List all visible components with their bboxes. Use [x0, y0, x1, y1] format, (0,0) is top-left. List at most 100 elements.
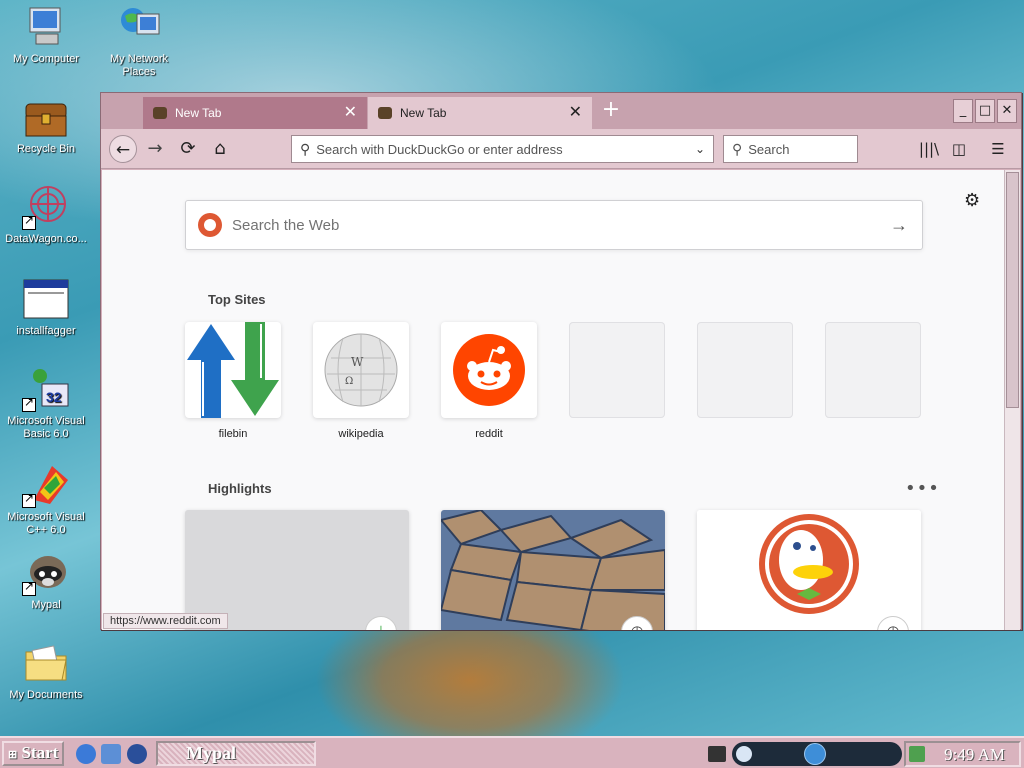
reddit-logo [441, 322, 537, 418]
task-label: Mypal [186, 743, 237, 763]
highlight-card-duckduckgo[interactable]: ◷ [697, 510, 921, 630]
svg-text:W: W [351, 355, 364, 369]
window-controls: _ □ ✕ [953, 99, 1017, 123]
top-site-empty[interactable] [569, 322, 665, 428]
back-button[interactable]: ← [109, 135, 137, 163]
home-button[interactable]: ⌂ [206, 135, 234, 163]
desktop-icon-my-documents[interactable]: My Documents [0, 640, 92, 702]
shortcut-arrow-icon [22, 214, 36, 230]
status-url-tooltip: https://www.reddit.com [103, 613, 228, 629]
top-site-empty[interactable] [825, 322, 921, 428]
empty-tile [697, 322, 793, 418]
hamburger-menu-icon[interactable]: ☰ [986, 137, 1010, 161]
top-site-label: filebin [218, 428, 248, 440]
desktop-icon-my-network-places[interactable]: My Network Places [93, 4, 185, 79]
desktop-icon-recycle-bin[interactable]: Recycle Bin [0, 94, 92, 156]
taskbar: ⊞ Start Mypal 9:49 AM [0, 736, 1024, 768]
highlight-card-download[interactable]: ⤓ [185, 510, 409, 630]
play-pause-icon[interactable] [804, 743, 826, 765]
top-site-label: reddit [475, 428, 503, 440]
search-icon: ⚲ [732, 140, 743, 157]
url-bar-placeholder: Search with DuckDuckGo or enter address [316, 141, 563, 157]
raccoon-favicon-icon [153, 107, 167, 119]
search-bar[interactable]: ⚲ Search [723, 135, 858, 163]
desktop-icon-label: Mypal [31, 599, 61, 611]
top-site-reddit[interactable]: reddit [441, 322, 537, 440]
top-site-filebin[interactable]: filebin [185, 322, 281, 440]
empty-tile [825, 322, 921, 418]
browser-window: New Tab ✕ New Tab ✕ + _ □ ✕ ← → ⟳ ⌂ ⚲ Se… [100, 92, 1022, 630]
minimize-button[interactable]: _ [953, 99, 973, 123]
desktop-icon-visual-basic[interactable]: 32 Microsoft Visual Basic 6.0 [0, 366, 92, 441]
shortcut-arrow-icon [22, 396, 36, 412]
top-sites-title: Top Sites [208, 292, 266, 307]
start-button[interactable]: ⊞ Start [2, 741, 64, 766]
more-options-icon[interactable]: ••• [905, 478, 940, 499]
media-player-toolbar[interactable] [732, 742, 902, 766]
internet-explorer-icon[interactable] [76, 744, 96, 764]
reload-button[interactable]: ⟳ [174, 135, 202, 163]
duckduckgo-logo [697, 510, 921, 630]
tab-new-tab-1[interactable]: New Tab ✕ [143, 97, 367, 129]
raccoon-favicon-icon [378, 107, 392, 119]
shortcut-arrow-icon [22, 492, 36, 508]
library-icon[interactable]: |||\ [917, 137, 941, 161]
svg-text:32: 32 [46, 389, 62, 405]
network-tray-icon[interactable] [909, 746, 925, 762]
search-bar-placeholder: Search [748, 141, 790, 157]
visual-basic-icon: 32 [22, 366, 70, 412]
show-desktop-icon[interactable] [101, 744, 121, 764]
network-icon [115, 4, 163, 50]
sidebar-icon[interactable]: ◫ [947, 137, 971, 161]
highlights-title: Highlights [208, 481, 272, 496]
empty-tile [569, 322, 665, 418]
raccoon-icon [22, 550, 70, 596]
system-tray: 9:49 AM [904, 741, 1021, 767]
top-site-label: wikipedia [338, 428, 384, 440]
tab-bar: New Tab ✕ New Tab ✕ + _ □ ✕ [101, 93, 1021, 129]
play-icon[interactable] [736, 746, 752, 762]
url-bar[interactable]: ⚲ Search with DuckDuckGo or enter addres… [291, 135, 714, 163]
arrow-right-icon[interactable]: → [890, 215, 908, 236]
close-tab-icon[interactable]: ✕ [569, 105, 582, 121]
windows-logo-icon: ⊞ [8, 749, 18, 761]
tab-title: New Tab [175, 106, 222, 120]
visual-cpp-icon [22, 462, 70, 508]
desktop-icon-label: My Computer [12, 53, 80, 65]
top-site-wikipedia[interactable]: W Ω wikipedia [313, 322, 409, 440]
desktop-icon-label: My Network Places [109, 53, 169, 78]
highlight-card-image[interactable]: ◷ [441, 510, 665, 630]
duckduckgo-icon [198, 213, 222, 237]
desktop-icon-visual-cpp[interactable]: Microsoft Visual C++ 6.0 [0, 462, 92, 537]
window-app-icon [22, 276, 70, 322]
nav-toolbar: ← → ⟳ ⌂ ⚲ Search with DuckDuckGo or ente… [101, 129, 1021, 169]
tab-new-tab-2[interactable]: New Tab ✕ [368, 97, 592, 129]
web-search-box[interactable]: Search the Web → [185, 200, 923, 250]
desktop-icon-my-computer[interactable]: My Computer [0, 4, 92, 66]
tab-title: New Tab [400, 106, 447, 120]
wikipedia-logo: W Ω [313, 322, 409, 418]
close-window-button[interactable]: ✕ [997, 99, 1017, 123]
media-player-icon[interactable] [127, 744, 147, 764]
desktop-icon-label: Recycle Bin [16, 143, 76, 155]
clock[interactable]: 9:49 AM [944, 745, 1005, 765]
top-site-empty[interactable] [697, 322, 793, 428]
chevron-down-icon[interactable]: ⌄ [695, 142, 705, 156]
desktop-icon-mypal[interactable]: Mypal [0, 550, 92, 612]
close-tab-icon[interactable]: ✕ [344, 105, 357, 121]
desktop-icon-datawagon[interactable]: DataWagon.co... [0, 184, 92, 246]
forward-button[interactable]: → [141, 135, 169, 163]
start-label: Start [21, 743, 59, 762]
keyboard-icon[interactable] [708, 746, 726, 762]
gear-icon[interactable]: ⚙ [964, 190, 980, 211]
folder-icon [22, 640, 70, 686]
filebin-logo [185, 322, 281, 418]
vertical-scrollbar[interactable] [1004, 170, 1020, 630]
desktop-icon-installfagger[interactable]: installfagger [0, 276, 92, 338]
search-icon: ⚲ [300, 140, 311, 157]
maximize-button[interactable]: □ [975, 99, 995, 123]
taskbar-item-mypal[interactable]: Mypal [156, 741, 316, 766]
new-tab-button[interactable]: + [599, 99, 623, 123]
scrollbar-thumb[interactable] [1006, 172, 1019, 408]
desktop-icon-label: Microsoft Visual C++ 6.0 [7, 511, 85, 536]
